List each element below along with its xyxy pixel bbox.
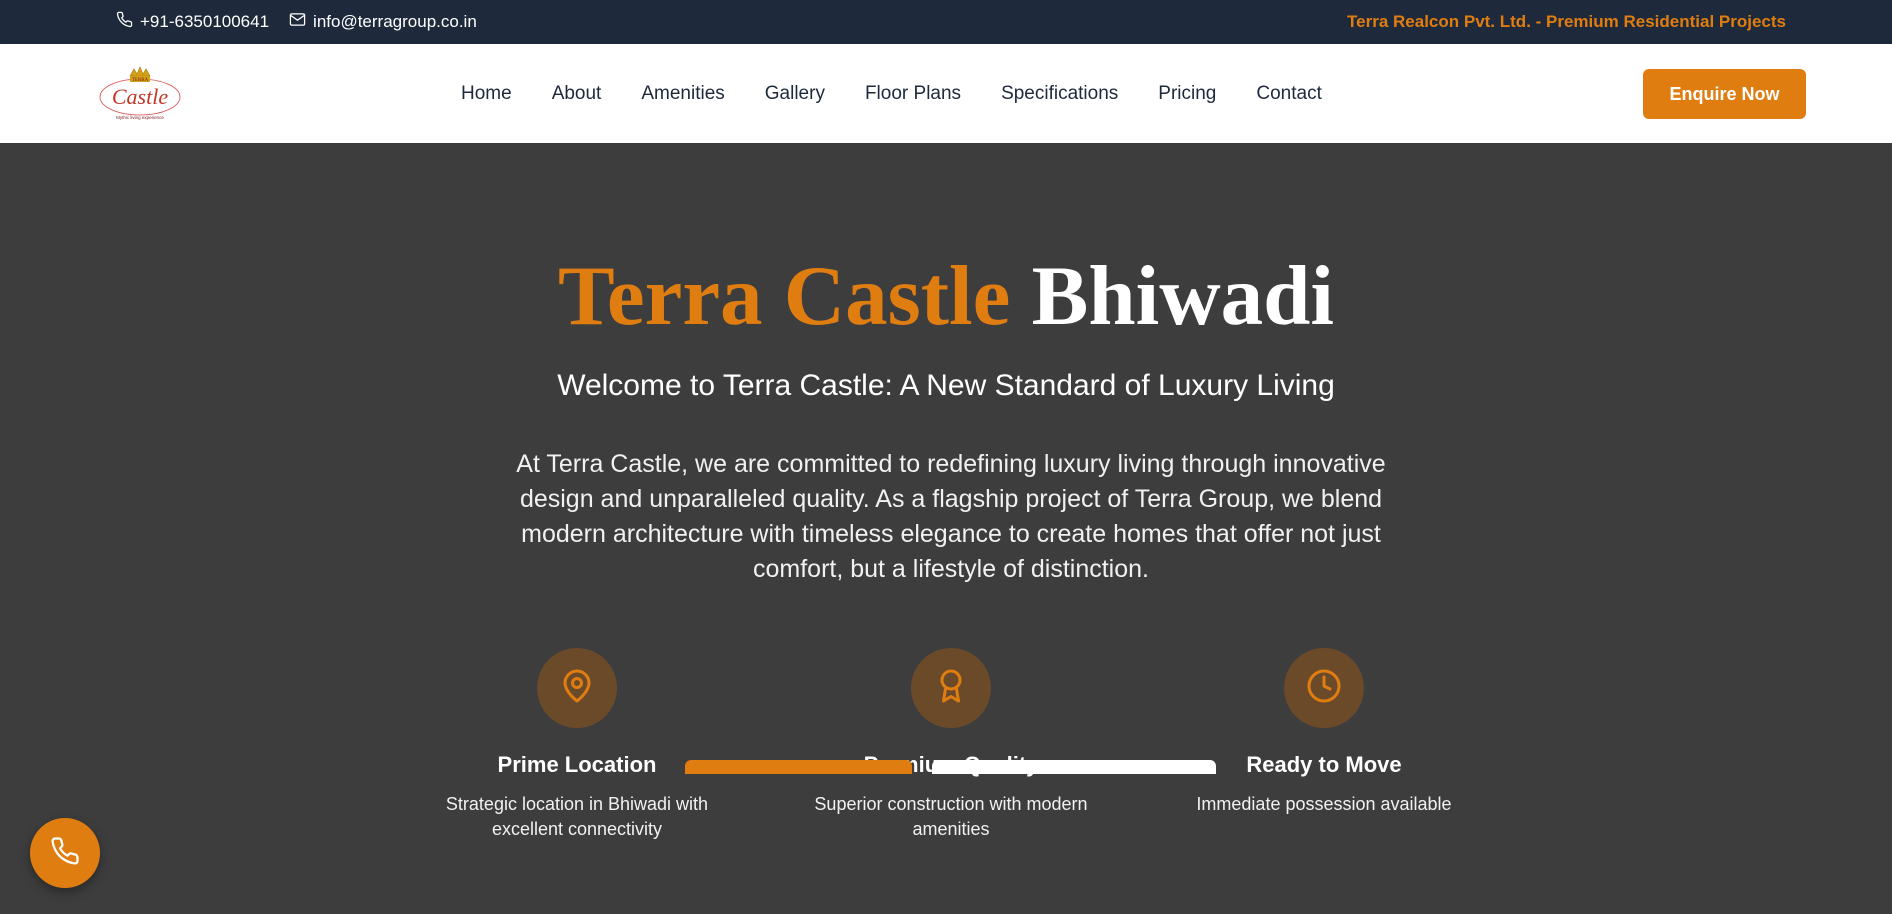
email-link[interactable]: info@terragroup.co.in [289,11,477,33]
feature-icon-circle [911,648,991,728]
nav-contact[interactable]: Contact [1236,83,1341,105]
contact-info: +91-6350100641 info@terragroup.co.in [116,0,477,44]
floating-call-button[interactable] [30,818,100,888]
phone-link[interactable]: +91-6350100641 [116,11,269,33]
nav-home[interactable]: Home [441,83,532,105]
feature-text: Strategic location in Bhiwadi with excel… [445,794,709,839]
hero-title-brand: Terra Castle [557,249,1011,343]
svg-text:Mythic living experience: Mythic living experience [116,115,164,120]
nav-specifications[interactable]: Specifications [981,83,1138,105]
nav-amenities[interactable]: Amenities [621,83,744,105]
nav-pricing[interactable]: Pricing [1138,83,1236,105]
main-navbar: TERRA Castle Mythic living experience Ho… [0,44,1892,143]
phone-icon [50,836,80,871]
map-pin-icon [559,668,595,709]
phone-number: +91-6350100641 [140,12,270,31]
email-address: info@terragroup.co.in [313,12,477,31]
nav-about[interactable]: About [532,83,622,105]
hero-section: Terra Castle Bhiwadi Welcome to Terra Ca… [0,143,1892,914]
hero-subtitle: Welcome to Terra Castle: A New Standard … [557,369,1335,402]
feature-list: Prime Location Strategic location in Bhi… [0,648,1892,848]
phone-icon [116,11,133,33]
enquire-now-button[interactable]: Enquire Now [1643,69,1806,119]
company-tagline: Terra Realcon Pvt. Ltd. - Premium Reside… [1347,12,1786,31]
nav-gallery[interactable]: Gallery [745,83,845,105]
feature-icon-circle [1284,648,1364,728]
hero-primary-button[interactable] [685,760,912,774]
feature-text: Immediate possession available [1196,794,1452,814]
nav-floor-plans[interactable]: Floor Plans [845,83,981,105]
feature-icon-circle [537,648,617,728]
nav-menu: Home About Amenities Gallery Floor Plans… [441,44,1342,143]
svg-text:TERRA: TERRA [132,78,149,83]
award-icon [933,668,969,709]
hero-description: At Terra Castle, we are committed to red… [516,450,1386,583]
top-bar: +91-6350100641 info@terragroup.co.in Ter… [0,0,1892,44]
hero-title: Terra Castle Bhiwadi [0,246,1892,346]
feature-premium-quality: Premium Quality Superior construction wi… [781,648,1121,842]
feature-ready-to-move: Ready to Move Immediate possession avail… [1154,648,1494,817]
mail-icon [289,11,306,33]
hero-secondary-button[interactable] [932,760,1216,774]
hero-title-city: Bhiwadi [1031,249,1335,343]
feature-prime-location: Prime Location Strategic location in Bhi… [407,648,747,842]
svg-text:Castle: Castle [112,84,168,109]
site-logo[interactable]: TERRA Castle Mythic living experience [96,66,184,124]
feature-text: Superior construction with modern amenit… [814,794,1088,839]
clock-icon [1306,668,1342,709]
